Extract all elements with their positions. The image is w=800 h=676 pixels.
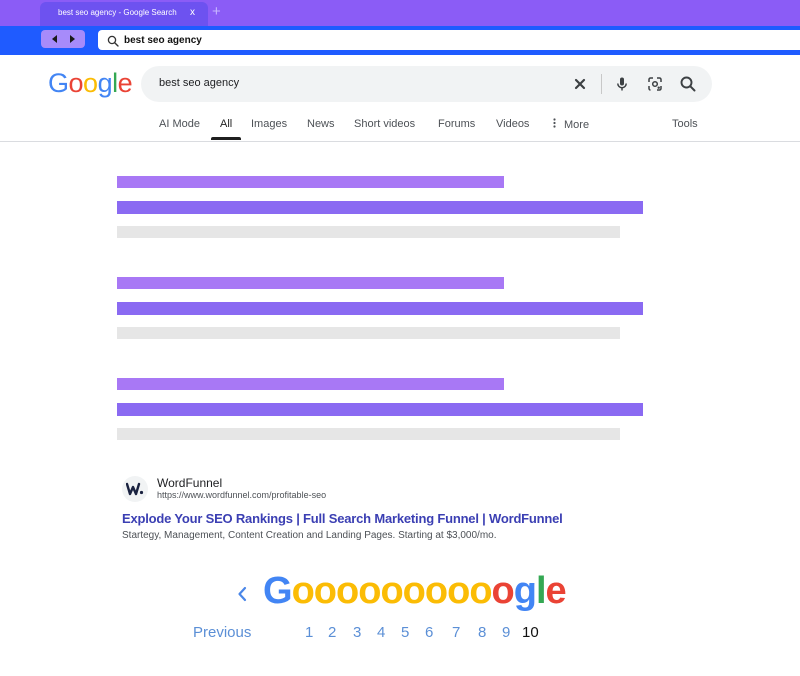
pagination-logo-letter: o	[491, 570, 515, 612]
page-link-7[interactable]: 7	[452, 624, 460, 641]
pagination-logo-letter: o	[313, 570, 337, 612]
pagination-logo-letter: o	[291, 570, 315, 612]
pagination-logo-letter: g	[513, 570, 537, 612]
back-arrow-icon[interactable]	[48, 33, 62, 45]
tab-all[interactable]: All	[220, 118, 232, 130]
tab-more-label: More	[564, 119, 590, 131]
logo-letter: e	[117, 68, 133, 98]
pagination-logo-letter: o	[469, 570, 492, 612]
lens-camera-icon[interactable]	[646, 75, 664, 93]
logo-letter: G	[48, 68, 69, 98]
pagination-logo-letter: o	[380, 570, 403, 612]
placeholder-title-bar	[117, 176, 504, 188]
ad-url: https://www.wordfunnel.com/profitable-se…	[157, 490, 327, 500]
microphone-icon[interactable]	[613, 75, 631, 93]
tab-videos[interactable]: Videos	[496, 118, 529, 130]
active-tab-indicator	[211, 137, 241, 140]
pagination-logo-letter: G	[263, 570, 293, 612]
ad-title-link[interactable]: Explode Your SEO Rankings | Full Search …	[122, 511, 563, 526]
nav-buttons	[41, 30, 85, 48]
pagination-logo-letter: o	[424, 570, 448, 612]
browser-toolbar: best seo agency	[0, 26, 800, 55]
page-link-3[interactable]: 3	[353, 624, 361, 641]
new-tab-icon[interactable]: +	[212, 3, 221, 21]
page-link-4[interactable]: 4	[377, 624, 385, 641]
logo-letter: g	[97, 68, 113, 98]
page-link-9[interactable]: 9	[502, 624, 510, 641]
page-link-2[interactable]: 2	[328, 624, 336, 641]
pagination-logo-letter: l	[535, 570, 547, 612]
page-link-1[interactable]: 1	[305, 624, 313, 641]
address-text: best seo agency	[124, 35, 202, 46]
tab-ai-mode[interactable]: AI Mode	[159, 118, 200, 130]
search-icon[interactable]	[679, 75, 697, 93]
pagination-logo: Goooooooooogle	[263, 570, 567, 613]
page-link-5[interactable]: 5	[401, 624, 409, 641]
placeholder-snippet-bar	[117, 226, 620, 238]
search-input[interactable]: best seo agency	[159, 77, 239, 89]
more-vertical-icon	[553, 118, 556, 131]
previous-page-link[interactable]: Previous	[193, 624, 251, 641]
pagination-logo-letter: o	[402, 570, 426, 612]
current-page-10: 10	[522, 624, 539, 641]
tab-close-icon[interactable]: x	[190, 7, 195, 19]
pagination-logo-letter: o	[336, 570, 359, 612]
google-logo[interactable]: Google	[48, 68, 133, 99]
logo-letter: o	[68, 68, 84, 98]
page-link-6[interactable]: 6	[425, 624, 433, 641]
ad-description: Startegy, Management, Content Creation a…	[122, 530, 497, 541]
ad-site-name: WordFunnel	[157, 476, 223, 490]
logo-letter: o	[83, 68, 98, 98]
tab-short-videos[interactable]: Short videos	[354, 118, 415, 130]
pagination-logo-letter: o	[447, 570, 470, 612]
tab-more[interactable]: More	[553, 118, 589, 131]
tools-button[interactable]: Tools	[672, 118, 698, 130]
placeholder-title-bar	[117, 378, 504, 390]
placeholder-link-bar	[117, 302, 643, 315]
placeholder-link-bar	[117, 403, 643, 416]
wordfunnel-logo-icon	[122, 476, 148, 502]
header-divider	[0, 141, 800, 142]
browser-tab[interactable]: best seo agency - Google Search x	[40, 2, 208, 26]
search-box[interactable]: best seo agency	[141, 66, 712, 102]
tab-title: best seo agency - Google Search	[58, 8, 177, 17]
page-link-8[interactable]: 8	[478, 624, 486, 641]
chevron-left-icon[interactable]	[236, 585, 248, 603]
placeholder-title-bar	[117, 277, 504, 289]
pagination-logo-letter: e	[545, 570, 567, 612]
forward-arrow-icon[interactable]	[65, 33, 79, 45]
search-divider	[601, 74, 602, 94]
tab-images[interactable]: Images	[251, 118, 287, 130]
search-tabs: AI Mode All Images News Short videos For…	[0, 110, 800, 140]
clear-icon[interactable]	[571, 75, 589, 93]
search-icon	[107, 34, 119, 47]
placeholder-snippet-bar	[117, 428, 620, 440]
tab-forums[interactable]: Forums	[438, 118, 475, 130]
pagination-logo-letter: o	[358, 570, 381, 612]
placeholder-snippet-bar	[117, 327, 620, 339]
tab-strip: best seo agency - Google Search x +	[0, 0, 800, 26]
placeholder-link-bar	[117, 201, 643, 214]
address-bar[interactable]: best seo agency	[98, 30, 800, 50]
tab-news[interactable]: News	[307, 118, 335, 130]
